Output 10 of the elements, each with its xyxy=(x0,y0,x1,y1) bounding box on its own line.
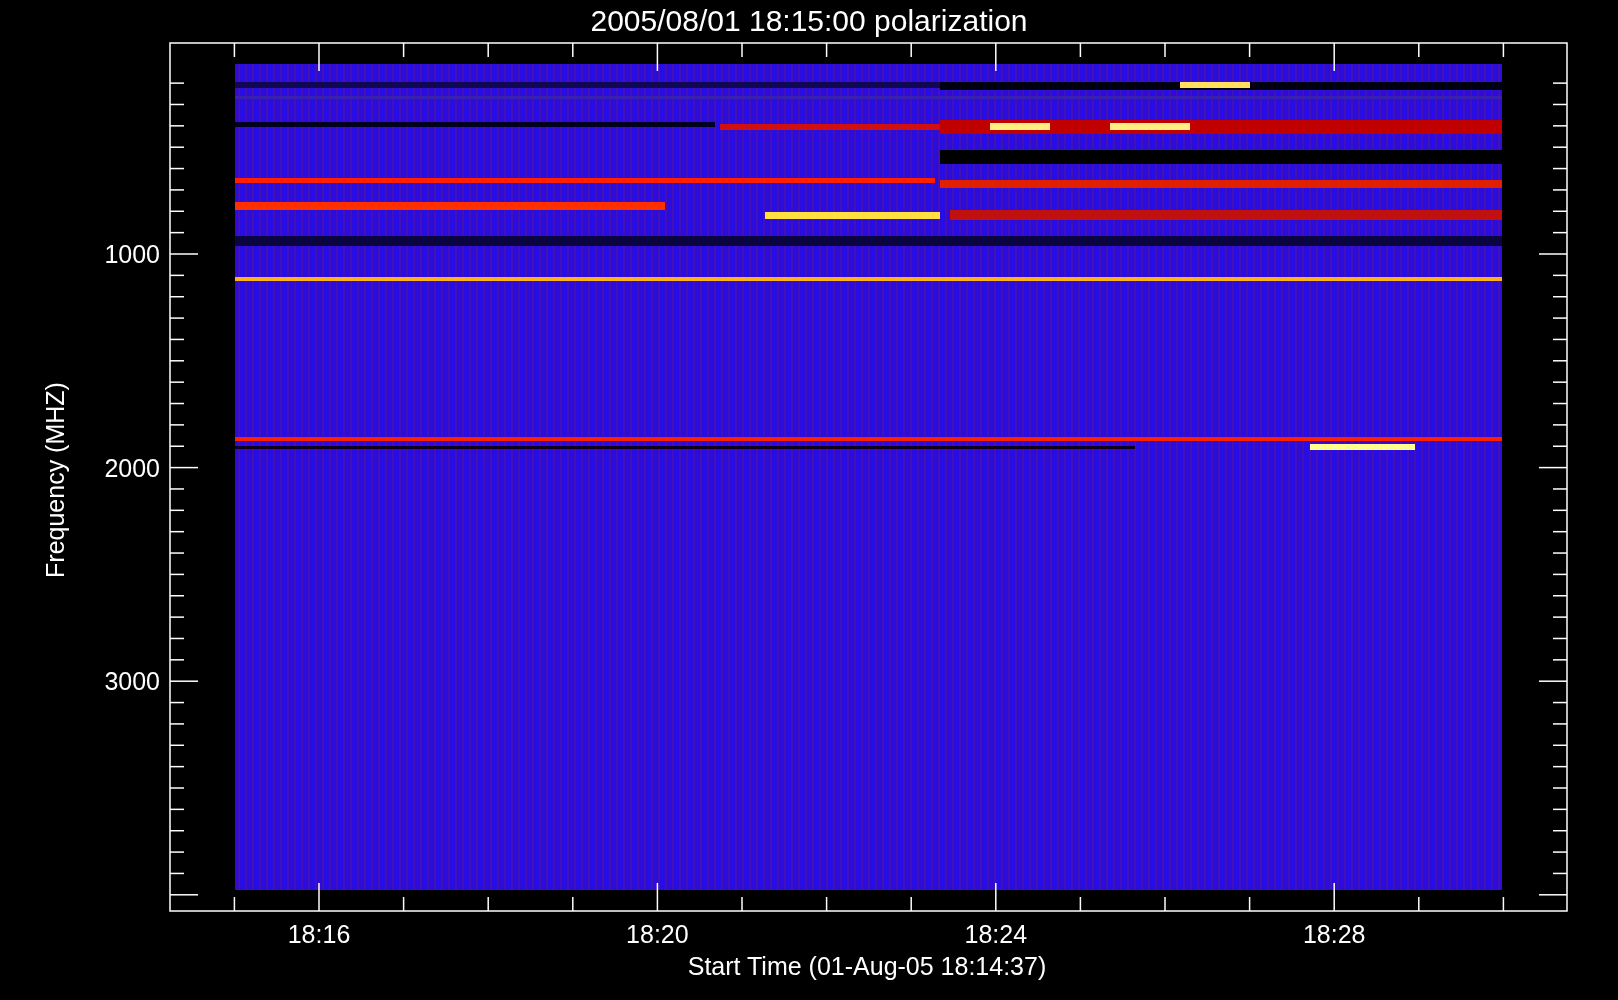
y-tick-label: 1000 xyxy=(104,240,160,268)
x-tick-label: 18:16 xyxy=(287,920,351,948)
x-tick-label: 18:28 xyxy=(1302,920,1366,948)
y-tick-label: 2000 xyxy=(104,453,160,482)
y-axis-label: Frequency (MHZ) xyxy=(41,382,69,578)
x-axis-label: Start Time (01-Aug-05 18:14:37) xyxy=(687,952,1047,980)
x-tick-label: 18:24 xyxy=(964,920,1028,948)
plot-title: 2005/08/01 18:15:00 polarization xyxy=(590,4,1028,37)
x-tick-label: 18:20 xyxy=(626,920,689,948)
y-tick-label: 3000 xyxy=(104,667,160,696)
